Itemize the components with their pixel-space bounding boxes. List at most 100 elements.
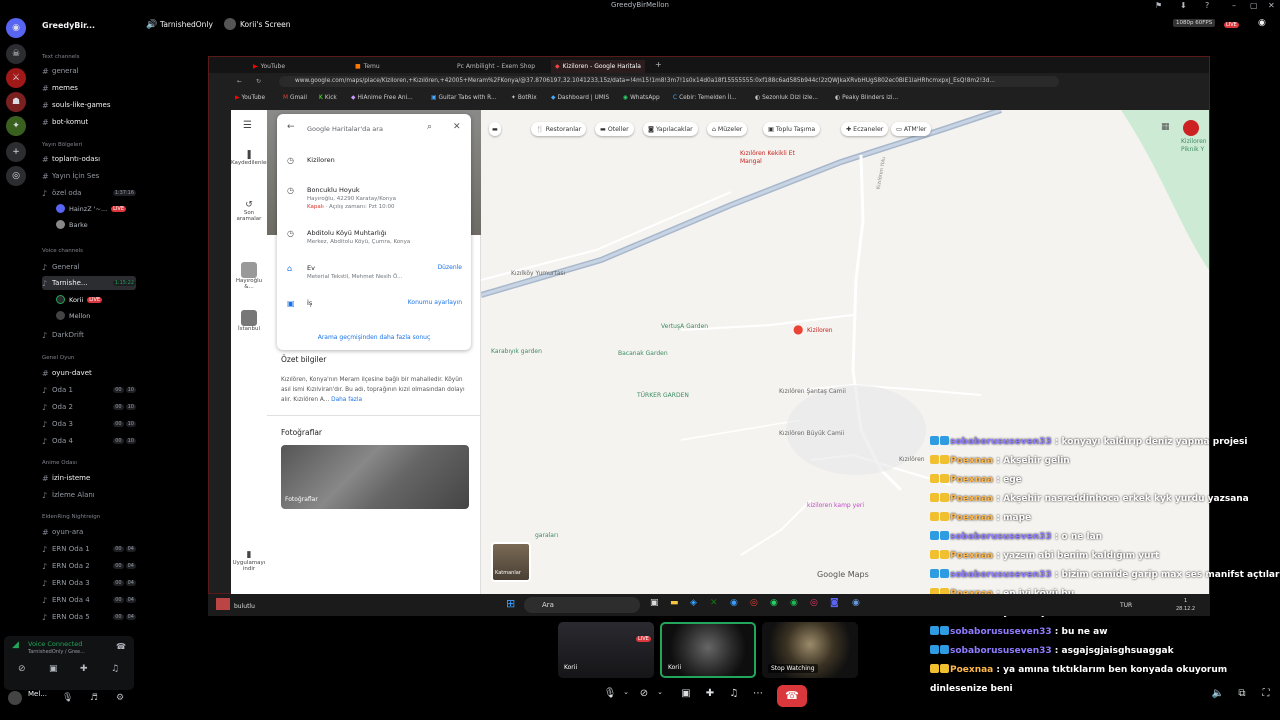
video-off-icon[interactable]: ⊘ <box>18 664 26 674</box>
bookmark[interactable]: ▣ Guitar Tabs with R... <box>431 95 496 101</box>
channel-ern-oda-2[interactable]: ♪ ERN Oda 2 00 04 <box>42 559 136 573</box>
minimize-icon[interactable]: – <box>1232 1 1236 10</box>
channel-oda-2[interactable]: ♪ Oda 2 00 10 <box>42 400 136 414</box>
whatsapp-icon[interactable]: ◉ <box>770 598 778 608</box>
place-kiziloren-2[interactable]: Kızılören <box>899 456 925 463</box>
stop-watching-button[interactable]: Stop Watching <box>768 664 818 673</box>
new-tab-icon[interactable]: + <box>655 60 662 69</box>
url-field[interactable]: www.google.com/maps/place/Kiziloren,+Kız… <box>279 76 1059 87</box>
chip-transit[interactable]: ▣ Toplu Taşıma <box>763 122 821 136</box>
set-work-link[interactable]: Konumu ayarlayın <box>408 299 462 308</box>
chat-bubble-icon[interactable]: ◉ <box>1258 18 1266 28</box>
map-canvas[interactable]: 🍴 Restoranlar ▬ Oteller ◙ Yapılacaklar ⌂… <box>481 110 1209 595</box>
camera-options-chevron-icon[interactable]: ⌄ <box>652 688 668 704</box>
channel-toplanti[interactable]: # toplantı-odası <box>42 152 136 166</box>
chip-pharmacies[interactable]: ✚ Eczaneler <box>841 122 889 136</box>
map-pin-icon[interactable]: ● <box>793 322 803 336</box>
server-name[interactable]: GreedyBir... <box>42 21 95 30</box>
share-screen-icon[interactable]: ▣ <box>678 688 694 704</box>
channel-souls[interactable]: # souls-like-games <box>42 98 136 112</box>
search-result[interactable]: ◷ Boncuklu Hoyuk Hayıroğlu, 42290 Karatay/… <box>287 186 462 210</box>
channel-ern-oda-1[interactable]: ♪ ERN Oda 1 00 04 <box>42 542 136 556</box>
place-kiziloren-pin[interactable]: Kiziloren <box>807 327 833 334</box>
download-icon[interactable]: ⬇ <box>1180 1 1187 10</box>
tab-ambilight[interactable]: Pc Ambilight – Exem Shop <box>457 60 535 73</box>
help-icon[interactable]: ? <box>1205 1 1209 10</box>
user-avatar[interactable] <box>8 691 22 705</box>
more-options-icon[interactable]: ⋯ <box>750 688 766 704</box>
mic-icon[interactable]: 🎙 <box>62 693 73 703</box>
place-garalari[interactable]: garaları <box>535 532 558 539</box>
server-icon-4[interactable]: ✦ <box>6 116 26 136</box>
edit-home-link[interactable]: Düzenle <box>438 264 462 280</box>
user-name[interactable]: Mel... <box>28 690 47 698</box>
recent-place-1[interactable]: Hayıroğlu &... <box>231 262 267 290</box>
channel-ern-oda-5[interactable]: ♪ ERN Oda 5 00 04 <box>42 610 136 624</box>
activities-icon[interactable]: ✚ <box>80 664 88 674</box>
place-kekikli[interactable]: Kızılören Kekikli Et Mangal <box>740 150 800 166</box>
voice-user[interactable]: Korii LIVE <box>56 295 103 304</box>
channel-izin-isteme[interactable]: # izin-isteme <box>42 471 136 485</box>
tab-temu[interactable]: ■ Temu <box>355 60 380 73</box>
menu-icon[interactable]: ☰ <box>243 120 252 131</box>
bookmark[interactable]: C Cebir: Temelden İl... <box>673 95 737 101</box>
channel-oyun-davet[interactable]: # oyun-davet <box>42 366 136 380</box>
tab-google-maps[interactable]: ◆ Kiziloren - Google Haritala <box>551 60 645 73</box>
account-avatar[interactable] <box>1183 120 1199 136</box>
soundboard-icon[interactable]: ♫ <box>111 664 119 674</box>
saved-nav[interactable]: ❚ Kaydedilenler <box>231 150 269 166</box>
channel-ern-oda-4[interactable]: ♪ ERN Oda 4 00 04 <box>42 593 136 607</box>
chip-museums[interactable]: ⌂ Müzeler <box>707 122 748 136</box>
reload-icon[interactable]: ↻ <box>256 78 261 85</box>
settings-gear-icon[interactable]: ⚙ <box>116 693 124 703</box>
bookmark[interactable]: ◆ Dashboard | UMIS <box>551 95 609 101</box>
voice-user[interactable]: Mellon <box>56 311 90 320</box>
popout-icon[interactable]: ⧉ <box>1234 688 1250 704</box>
store-icon[interactable]: ◈ <box>690 598 697 608</box>
channel-ern-oda-3[interactable]: ♪ ERN Oda 3 00 04 <box>42 576 136 590</box>
place-bacanak[interactable]: Bacanak Garden <box>618 350 668 357</box>
disconnect-button[interactable]: ☎ <box>777 685 807 707</box>
channel-voice-general[interactable]: ♪ General <box>42 260 136 274</box>
xbox-icon[interactable]: ✕ <box>710 598 718 608</box>
bookmark[interactable]: ◉ WhatsApp <box>623 95 660 101</box>
screen-share-icon[interactable]: ▣ <box>49 664 58 674</box>
more-history-link[interactable]: Arama geçmişinden daha fazla sonuç <box>277 334 471 341</box>
channel-oda-1[interactable]: ♪ Oda 1 00 10 <box>42 383 136 397</box>
channel-voice-tarnished[interactable]: ♪ Tarnishe... 1:15:22 <box>42 276 136 290</box>
category-yayin[interactable]: Yayın Bölgeleri <box>42 142 82 148</box>
stream-tile-participant[interactable]: Stop Watching <box>762 622 858 678</box>
discord-taskbar-icon[interactable]: ◙ <box>830 598 839 608</box>
place-kamp[interactable]: kiziloren kamp yeri <box>807 502 864 509</box>
search-result[interactable]: ◷ Abditolu Köyü Muhtarlığı Merkez, Abditol… <box>287 229 462 245</box>
chip-atms[interactable]: ▭ ATM'ler <box>891 122 932 136</box>
search-input[interactable]: Google Haritalar'da ara <box>307 125 383 133</box>
voice-connected-label[interactable]: Voice Connected <box>28 640 82 648</box>
channel-memes[interactable]: # memes <box>42 81 136 95</box>
read-more-link[interactable]: Daha fazla <box>331 397 362 403</box>
server-icon-3[interactable]: ☗ <box>6 92 26 112</box>
mute-mic-icon[interactable]: 🎙 <box>602 688 618 704</box>
channel-oda-4[interactable]: ♪ Oda 4 00 10 <box>42 434 136 448</box>
recent-place-2[interactable]: İstanbul <box>231 310 267 332</box>
voice-user[interactable]: Barke <box>56 220 88 229</box>
instagram-icon[interactable]: ◎ <box>810 598 818 608</box>
bookmark[interactable]: K Kick <box>319 95 337 101</box>
bookmark[interactable]: ◐ Peaky Blinders izi... <box>835 95 898 101</box>
stream-tile-screen[interactable]: LIVE Korii <box>558 622 654 678</box>
spotify-icon[interactable]: ◉ <box>790 598 798 608</box>
fullscreen-icon[interactable]: ⛶ <box>1258 688 1274 704</box>
activity-icon[interactable]: ✚ <box>702 688 718 704</box>
edge-icon[interactable]: ◉ <box>730 598 738 608</box>
category-anime[interactable]: Anime Odası <box>42 460 77 466</box>
soundboard-icon[interactable]: ♫ <box>726 688 742 704</box>
search-result[interactable]: ◷ Kiziloren <box>287 156 462 165</box>
stream-tile-camera[interactable]: Korii <box>660 622 756 678</box>
add-server-icon[interactable]: + <box>6 142 26 162</box>
bookmark[interactable]: ✦ BotRix <box>511 95 537 101</box>
header-voice-channel[interactable]: TarnishedOnly <box>160 20 213 29</box>
explore-icon[interactable]: ◎ <box>6 166 26 186</box>
channel-yayin-ses[interactable]: # Yayın İçin Ses <box>42 169 136 183</box>
channel-darkdrift[interactable]: ♪ DarkDrift <box>42 328 136 342</box>
disconnect-icon[interactable]: ☎ <box>116 642 126 651</box>
